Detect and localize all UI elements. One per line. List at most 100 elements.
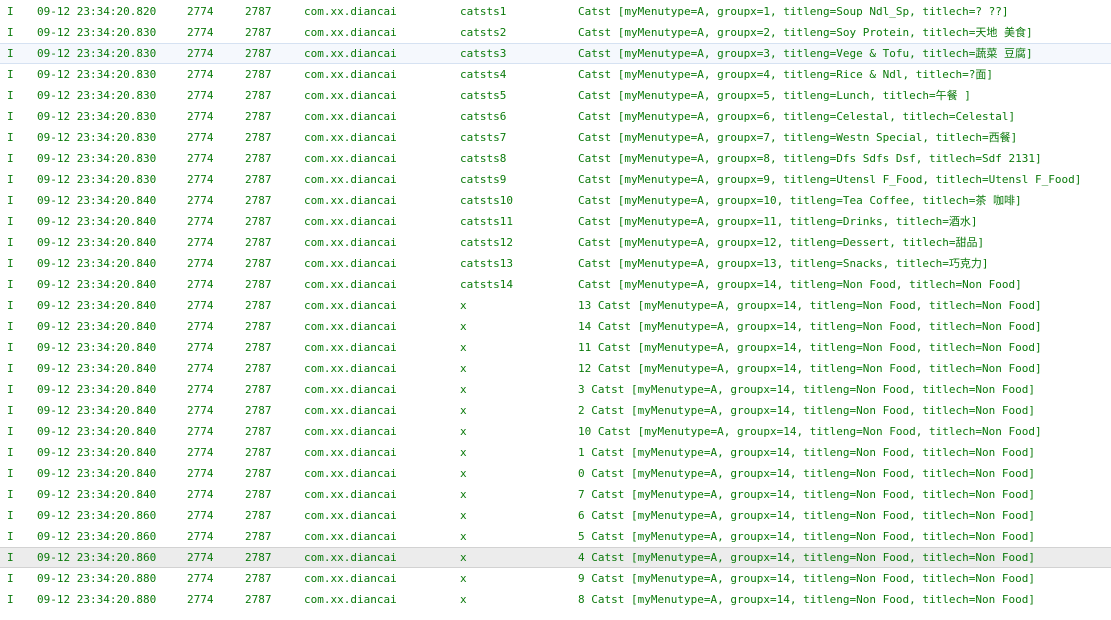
log-application: com.xx.diancai bbox=[304, 278, 397, 291]
log-text: Catst [myMenutype=A, groupx=14, titleng=… bbox=[578, 278, 1022, 291]
log-row[interactable]: I 09-12 23:34:20.880 2774 2787 com.xx.dianca… bbox=[0, 568, 1111, 589]
log-pid: 2774 bbox=[187, 551, 214, 564]
log-row[interactable]: I 09-12 23:34:20.840 2774 2787 com.xx.dianca… bbox=[0, 358, 1111, 379]
log-text: Catst [myMenutype=A, groupx=6, titleng=C… bbox=[578, 110, 1016, 123]
log-application: com.xx.diancai bbox=[304, 446, 397, 459]
log-tid: 2787 bbox=[245, 320, 272, 333]
log-tag: catsts1 bbox=[460, 5, 507, 18]
log-text: 7 Catst [myMenutype=A, groupx=14, titlen… bbox=[578, 488, 1035, 501]
log-row[interactable]: I 09-12 23:34:20.860 2774 2787 com.xx.dianca… bbox=[0, 526, 1111, 547]
log-text: 4 Catst [myMenutype=A, groupx=14, titlen… bbox=[578, 551, 1035, 564]
log-pid: 2774 bbox=[187, 362, 214, 375]
log-row[interactable]: I 09-12 23:34:20.830 2774 2787 com.xx.dianca… bbox=[0, 169, 1111, 190]
log-row[interactable]: I 09-12 23:34:20.860 2774 2787 com.xx.dianca… bbox=[0, 547, 1111, 568]
log-tag: catsts2 bbox=[460, 26, 507, 39]
log-time: 09-12 23:34:20.840 bbox=[37, 236, 157, 249]
log-text: 2 Catst [myMenutype=A, groupx=14, titlen… bbox=[578, 404, 1035, 417]
log-level: I bbox=[7, 194, 14, 207]
log-level: I bbox=[7, 362, 14, 375]
log-row[interactable]: I 09-12 23:34:20.860 2774 2787 com.xx.dianca… bbox=[0, 505, 1111, 526]
log-pid: 2774 bbox=[187, 236, 214, 249]
log-level: I bbox=[7, 509, 14, 522]
log-text: Catst [myMenutype=A, groupx=5, titleng=L… bbox=[578, 89, 971, 102]
log-application: com.xx.diancai bbox=[304, 131, 397, 144]
log-row[interactable]: I 09-12 23:34:20.830 2774 2787 com.xx.dianca… bbox=[0, 85, 1111, 106]
log-tid: 2787 bbox=[245, 173, 272, 186]
log-row[interactable]: I 09-12 23:34:20.840 2774 2787 com.xx.dianca… bbox=[0, 400, 1111, 421]
log-row[interactable]: I 09-12 23:34:20.820 2774 2787 com.xx.dianca… bbox=[0, 1, 1111, 22]
log-level: I bbox=[7, 68, 14, 81]
log-level: I bbox=[7, 236, 14, 249]
log-tag: catsts6 bbox=[460, 110, 507, 123]
log-tag: catsts9 bbox=[460, 173, 507, 186]
log-row[interactable]: I 09-12 23:34:20.830 2774 2787 com.xx.dianca… bbox=[0, 43, 1111, 64]
log-time: 09-12 23:34:20.860 bbox=[37, 509, 157, 522]
log-row[interactable]: I 09-12 23:34:20.830 2774 2787 com.xx.dianca… bbox=[0, 106, 1111, 127]
log-row[interactable]: I 09-12 23:34:20.840 2774 2787 com.xx.dianca… bbox=[0, 274, 1111, 295]
log-row[interactable]: I 09-12 23:34:20.840 2774 2787 com.xx.dianca… bbox=[0, 421, 1111, 442]
log-level: I bbox=[7, 530, 14, 543]
log-row[interactable]: I 09-12 23:34:20.840 2774 2787 com.xx.dianca… bbox=[0, 316, 1111, 337]
log-level: I bbox=[7, 257, 14, 270]
log-row[interactable]: I 09-12 23:34:20.830 2774 2787 com.xx.dianca… bbox=[0, 64, 1111, 85]
log-time: 09-12 23:34:20.830 bbox=[37, 26, 157, 39]
log-tid: 2787 bbox=[245, 551, 272, 564]
log-application: com.xx.diancai bbox=[304, 425, 397, 438]
log-tid: 2787 bbox=[245, 152, 272, 165]
log-tag: catsts3 bbox=[460, 47, 507, 60]
log-row[interactable]: I 09-12 23:34:20.840 2774 2787 com.xx.dianca… bbox=[0, 253, 1111, 274]
log-pid: 2774 bbox=[187, 152, 214, 165]
log-tag: x bbox=[460, 320, 467, 333]
log-row[interactable]: I 09-12 23:34:20.840 2774 2787 com.xx.dianca… bbox=[0, 295, 1111, 316]
log-tid: 2787 bbox=[245, 341, 272, 354]
log-text: Catst [myMenutype=A, groupx=10, titleng=… bbox=[578, 194, 1022, 207]
log-pid: 2774 bbox=[187, 509, 214, 522]
log-tid: 2787 bbox=[245, 488, 272, 501]
log-tag: x bbox=[460, 572, 467, 585]
log-row[interactable]: I 09-12 23:34:20.840 2774 2787 com.xx.dianca… bbox=[0, 211, 1111, 232]
log-pid: 2774 bbox=[187, 47, 214, 60]
log-row[interactable]: I 09-12 23:34:20.840 2774 2787 com.xx.dianca… bbox=[0, 442, 1111, 463]
log-pid: 2774 bbox=[187, 278, 214, 291]
log-row[interactable]: I 09-12 23:34:20.840 2774 2787 com.xx.dianca… bbox=[0, 484, 1111, 505]
log-level: I bbox=[7, 341, 14, 354]
log-row[interactable]: I 09-12 23:34:20.830 2774 2787 com.xx.dianca… bbox=[0, 127, 1111, 148]
log-pid: 2774 bbox=[187, 131, 214, 144]
log-tid: 2787 bbox=[245, 404, 272, 417]
log-tag: x bbox=[460, 446, 467, 459]
log-application: com.xx.diancai bbox=[304, 299, 397, 312]
log-text: 3 Catst [myMenutype=A, groupx=14, titlen… bbox=[578, 383, 1035, 396]
log-row[interactable]: I 09-12 23:34:20.840 2774 2787 com.xx.dianca… bbox=[0, 337, 1111, 358]
log-row[interactable]: I 09-12 23:34:20.830 2774 2787 com.xx.dianca… bbox=[0, 148, 1111, 169]
log-application: com.xx.diancai bbox=[304, 362, 397, 375]
log-level: I bbox=[7, 551, 14, 564]
log-row[interactable]: I 09-12 23:34:20.840 2774 2787 com.xx.dianca… bbox=[0, 379, 1111, 400]
log-time: 09-12 23:34:20.830 bbox=[37, 68, 157, 81]
log-time: 09-12 23:34:20.840 bbox=[37, 383, 157, 396]
log-pid: 2774 bbox=[187, 488, 214, 501]
log-time: 09-12 23:34:20.840 bbox=[37, 341, 157, 354]
log-row[interactable]: I 09-12 23:34:20.840 2774 2787 com.xx.dianca… bbox=[0, 190, 1111, 211]
log-pid: 2774 bbox=[187, 299, 214, 312]
log-application: com.xx.diancai bbox=[304, 383, 397, 396]
log-text: 5 Catst [myMenutype=A, groupx=14, titlen… bbox=[578, 530, 1035, 543]
log-row[interactable]: I 09-12 23:34:20.840 2774 2787 com.xx.dianca… bbox=[0, 463, 1111, 484]
log-tid: 2787 bbox=[245, 236, 272, 249]
log-tid: 2787 bbox=[245, 89, 272, 102]
log-row[interactable]: I 09-12 23:34:20.830 2774 2787 com.xx.dianca… bbox=[0, 22, 1111, 43]
log-text: 13 Catst [myMenutype=A, groupx=14, title… bbox=[578, 299, 1042, 312]
log-row[interactable]: I 09-12 23:34:20.880 2774 2787 com.xx.dianca… bbox=[0, 589, 1111, 610]
log-time: 09-12 23:34:20.830 bbox=[37, 152, 157, 165]
log-level: I bbox=[7, 467, 14, 480]
log-tag: catsts12 bbox=[460, 236, 513, 249]
log-tag: x bbox=[460, 383, 467, 396]
log-row[interactable]: I 09-12 23:34:20.840 2774 2787 com.xx.dianca… bbox=[0, 232, 1111, 253]
log-tag: x bbox=[460, 509, 467, 522]
log-tid: 2787 bbox=[245, 530, 272, 543]
log-application: com.xx.diancai bbox=[304, 551, 397, 564]
log-pid: 2774 bbox=[187, 383, 214, 396]
log-tag: catsts7 bbox=[460, 131, 507, 144]
log-pid: 2774 bbox=[187, 194, 214, 207]
log-pid: 2774 bbox=[187, 467, 214, 480]
log-time: 09-12 23:34:20.830 bbox=[37, 89, 157, 102]
